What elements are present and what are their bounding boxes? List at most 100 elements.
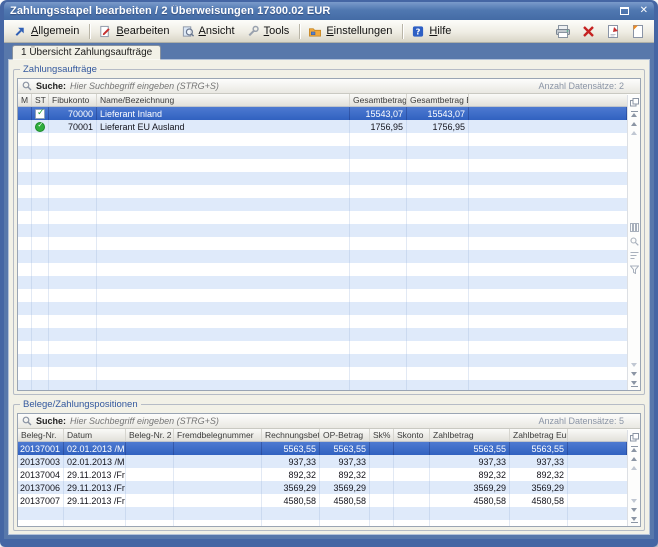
- column-header-st[interactable]: ST: [32, 94, 49, 106]
- table-row-empty[interactable]: [18, 159, 627, 172]
- table-row-empty[interactable]: [18, 507, 627, 520]
- cell: [32, 302, 49, 315]
- column-header-spacer: [568, 429, 627, 441]
- table-row-empty[interactable]: [18, 198, 627, 211]
- cell: [32, 159, 49, 172]
- column-header-name-bezeichnung[interactable]: Name/Bezeichnung: [97, 94, 350, 106]
- menu-item-tools[interactable]: Tools: [242, 23, 296, 40]
- table-row-empty[interactable]: [18, 263, 627, 276]
- scroll-page-up-icon[interactable]: [631, 131, 637, 135]
- column-header-zahlbetrag[interactable]: Zahlbetrag: [430, 429, 510, 441]
- grid-columns-icon[interactable]: [630, 223, 639, 232]
- scroll-last-icon[interactable]: [631, 381, 638, 387]
- table-row-empty[interactable]: [18, 289, 627, 302]
- column-header-beleg-nr-2[interactable]: Beleg-Nr. 2: [126, 429, 174, 441]
- scroll-down-icon[interactable]: [631, 372, 637, 376]
- table-row[interactable]: 70000Lieferant Inland15543,0715543,07: [18, 107, 627, 120]
- cell: [49, 276, 97, 289]
- column-header-op-betrag[interactable]: OP-Betrag: [320, 429, 370, 441]
- table-row-empty[interactable]: [18, 237, 627, 250]
- title-bar[interactable]: Zahlungsstapel bearbeiten / 2 Überweisun…: [4, 2, 654, 20]
- table-row-empty[interactable]: [18, 302, 627, 315]
- scroll-page-down-icon[interactable]: [631, 499, 637, 503]
- menu-item-hilfe[interactable]: ? Hilfe: [407, 23, 457, 40]
- scroll-last-icon[interactable]: [631, 517, 638, 523]
- maximize-button[interactable]: [618, 5, 631, 17]
- scroll-page-up-icon[interactable]: [631, 466, 637, 470]
- table-row-empty[interactable]: [18, 172, 627, 185]
- table-row-empty[interactable]: [18, 185, 627, 198]
- cell: [350, 354, 407, 367]
- table-row[interactable]: 2013700429.11.2013 /Fr892,32892,32892,32…: [18, 468, 627, 481]
- grid-sort-icon[interactable]: [630, 251, 639, 260]
- menu-item-allgemein[interactable]: Allgemein: [9, 23, 85, 40]
- column-header-m[interactable]: M: [18, 94, 32, 106]
- cell: 3569,29: [430, 481, 510, 494]
- table-row-empty[interactable]: [18, 211, 627, 224]
- column-chooser-icon[interactable]: [630, 96, 639, 108]
- table-row-empty[interactable]: [18, 133, 627, 146]
- payments-search-input[interactable]: [70, 81, 534, 91]
- delete-icon[interactable]: [580, 24, 596, 39]
- table-row-empty[interactable]: [18, 224, 627, 237]
- scroll-first-icon[interactable]: [631, 446, 638, 452]
- scroll-down-icon[interactable]: [631, 508, 637, 512]
- table-row[interactable]: 70001Lieferant EU Ausland1756,951756,95: [18, 120, 627, 133]
- table-row-empty[interactable]: [18, 367, 627, 380]
- column-header-sk-[interactable]: Sk%: [370, 429, 394, 441]
- scroll-first-icon[interactable]: [631, 111, 638, 117]
- cell: [407, 341, 469, 354]
- new-document-icon[interactable]: [630, 24, 646, 39]
- print-icon[interactable]: [555, 24, 571, 39]
- table-row-empty[interactable]: [18, 315, 627, 328]
- cell: [469, 341, 627, 354]
- positions-search-input[interactable]: [70, 416, 534, 426]
- column-header-fibukonto[interactable]: Fibukonto: [49, 94, 97, 106]
- cell: 29.11.2013 /Fr: [64, 481, 126, 494]
- cell: [32, 354, 49, 367]
- menu-item-einstellungen[interactable]: Einstellungen: [304, 23, 398, 40]
- scroll-up-icon[interactable]: [631, 122, 637, 126]
- table-row[interactable]: 2013700629.11.2013 /Fr3569,293569,293569…: [18, 481, 627, 494]
- cell: [407, 354, 469, 367]
- cell: [430, 520, 510, 526]
- cell: 3569,29: [262, 481, 320, 494]
- column-header-beleg-nr-[interactable]: Beleg-Nr.: [18, 429, 64, 441]
- grid-filter-icon[interactable]: [630, 265, 639, 274]
- grid-search-icon[interactable]: [630, 237, 639, 246]
- table-row[interactable]: 2013700729.11.2013 /Fr4580,584580,584580…: [18, 494, 627, 507]
- menu-item-bearbeiten[interactable]: Bearbeiten: [94, 23, 175, 40]
- table-row[interactable]: 2013700302.01.2013 /Mi937,33937,33937,33…: [18, 455, 627, 468]
- column-header-rechnungsbetrag[interactable]: Rechnungsbetrag: [262, 429, 320, 441]
- table-row-empty[interactable]: [18, 250, 627, 263]
- cell: [407, 276, 469, 289]
- column-header-skonto[interactable]: Skonto: [394, 429, 430, 441]
- scroll-page-down-icon[interactable]: [631, 363, 637, 367]
- cell: 5563,55: [430, 442, 510, 455]
- column-header-fremdbelegnummer[interactable]: Fremdbelegnummer: [174, 429, 262, 441]
- column-header-datum[interactable]: Datum: [64, 429, 126, 441]
- table-row-empty[interactable]: [18, 354, 627, 367]
- table-row-empty[interactable]: [18, 520, 627, 526]
- table-row-empty[interactable]: [18, 146, 627, 159]
- column-header-zahlbetrag-euro[interactable]: Zahlbetrag Euro: [510, 429, 568, 441]
- column-header-gesamtbetrag[interactable]: Gesamtbetrag: [350, 94, 407, 106]
- menu-item-ansicht[interactable]: Ansicht: [177, 23, 241, 40]
- table-row-empty[interactable]: [18, 341, 627, 354]
- belege-group-title: Belege/Zahlungspositionen: [20, 399, 141, 410]
- cell: 20137003: [18, 455, 64, 468]
- cell: [370, 494, 394, 507]
- column-chooser-icon[interactable]: [630, 431, 639, 443]
- table-row-empty[interactable]: [18, 328, 627, 341]
- column-header-gesamtbetrag-euro[interactable]: Gesamtbetrag Euro: [407, 94, 469, 106]
- scroll-up-icon[interactable]: [631, 457, 637, 461]
- tab-uebersicht-zahlungsauftraege[interactable]: 1 Übersicht Zahlungsaufträge: [12, 45, 161, 60]
- cell: Lieferant EU Ausland: [97, 120, 350, 133]
- cell: [174, 481, 262, 494]
- table-row-empty[interactable]: [18, 380, 627, 390]
- table-row-empty[interactable]: [18, 276, 627, 289]
- export-document-icon[interactable]: [605, 24, 621, 39]
- table-row[interactable]: 2013700102.01.2013 /Mi5563,555563,555563…: [18, 442, 627, 455]
- payments-search-row: Suche: Anzahl Datensätze: 2: [18, 79, 640, 94]
- close-button[interactable]: ✕: [638, 5, 650, 17]
